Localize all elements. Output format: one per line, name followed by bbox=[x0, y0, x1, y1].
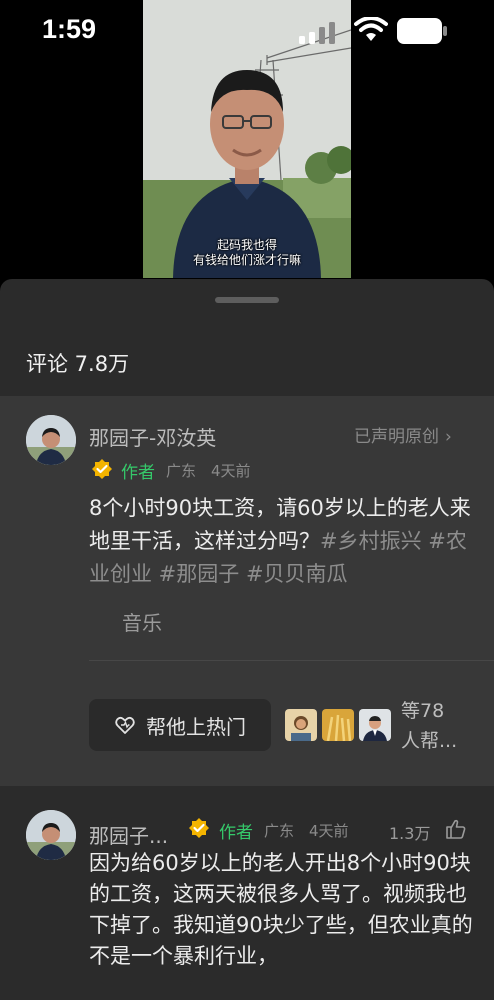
music-label[interactable]: 音乐 bbox=[122, 607, 162, 636]
sheet-drag-handle[interactable] bbox=[215, 297, 279, 303]
comment-location: 广东 bbox=[166, 462, 197, 480]
boost-button[interactable]: 帮他上热门 bbox=[89, 699, 271, 751]
divider bbox=[89, 660, 494, 661]
avatar[interactable] bbox=[26, 415, 76, 465]
video-subtitle-line2: 有钱给他们涨才行嘛 bbox=[192, 253, 301, 267]
helpers-count[interactable]: 等78 人帮... bbox=[401, 696, 457, 756]
author-tag: 作者 bbox=[121, 463, 155, 483]
comment-time: 4天前 bbox=[309, 822, 349, 840]
cellular-signal-icon bbox=[299, 22, 335, 44]
verified-badge-icon bbox=[189, 818, 209, 838]
helpers-line2: 人帮... bbox=[401, 730, 458, 752]
bottom-fade bbox=[0, 978, 494, 1000]
battery-icon bbox=[397, 18, 447, 44]
original-declared-label: 已声明原创 bbox=[354, 427, 439, 447]
helper-avatar-3 bbox=[359, 709, 391, 741]
boost-label: 帮他上热门 bbox=[146, 714, 246, 739]
original-declared-link[interactable]: 已声明原创 › bbox=[354, 422, 452, 447]
comment-location: 广东 bbox=[264, 822, 295, 840]
helpers-line1: 等78 bbox=[401, 700, 445, 722]
comment-text: 8个小时90块工资，请60岁以上的老人来地里干活，这样过分吗？#乡村振兴 #农业… bbox=[89, 492, 474, 591]
heart-icon bbox=[115, 716, 135, 734]
reply-comment-text: 因为给60岁以上的老人开出8个小时90块的工资，这两天被很多人骂了。视频我也下掉… bbox=[89, 851, 473, 968]
avatar-image bbox=[26, 810, 76, 860]
status-bar: 1:59 bbox=[0, 0, 494, 60]
like-button[interactable]: 1.3万 bbox=[389, 816, 469, 843]
comment-time: 4天前 bbox=[211, 462, 251, 480]
helper-avatar-2 bbox=[322, 709, 354, 741]
author-comment: 那园子-邓汝英 已声明原创 › 作者 广东 4天前 8个小时90块工资，请60岁以… bbox=[0, 396, 494, 786]
like-count: 1.3万 bbox=[389, 824, 431, 843]
author-name[interactable]: 那园子-邓汝英 bbox=[89, 422, 216, 451]
avatar-image bbox=[26, 415, 76, 465]
reply-author-name[interactable]: 那园子... bbox=[89, 820, 168, 849]
wifi-icon bbox=[354, 17, 388, 41]
verified-badge-icon bbox=[92, 459, 112, 479]
avatar[interactable] bbox=[26, 810, 76, 860]
comment-count: 评论 7.8万 bbox=[26, 352, 130, 376]
chevron-right-icon: › bbox=[445, 427, 452, 447]
thumbs-up-icon bbox=[446, 819, 466, 839]
helper-avatar-1 bbox=[285, 709, 317, 741]
author-tag: 作者 bbox=[219, 823, 253, 843]
status-time: 1:59 bbox=[42, 14, 97, 44]
